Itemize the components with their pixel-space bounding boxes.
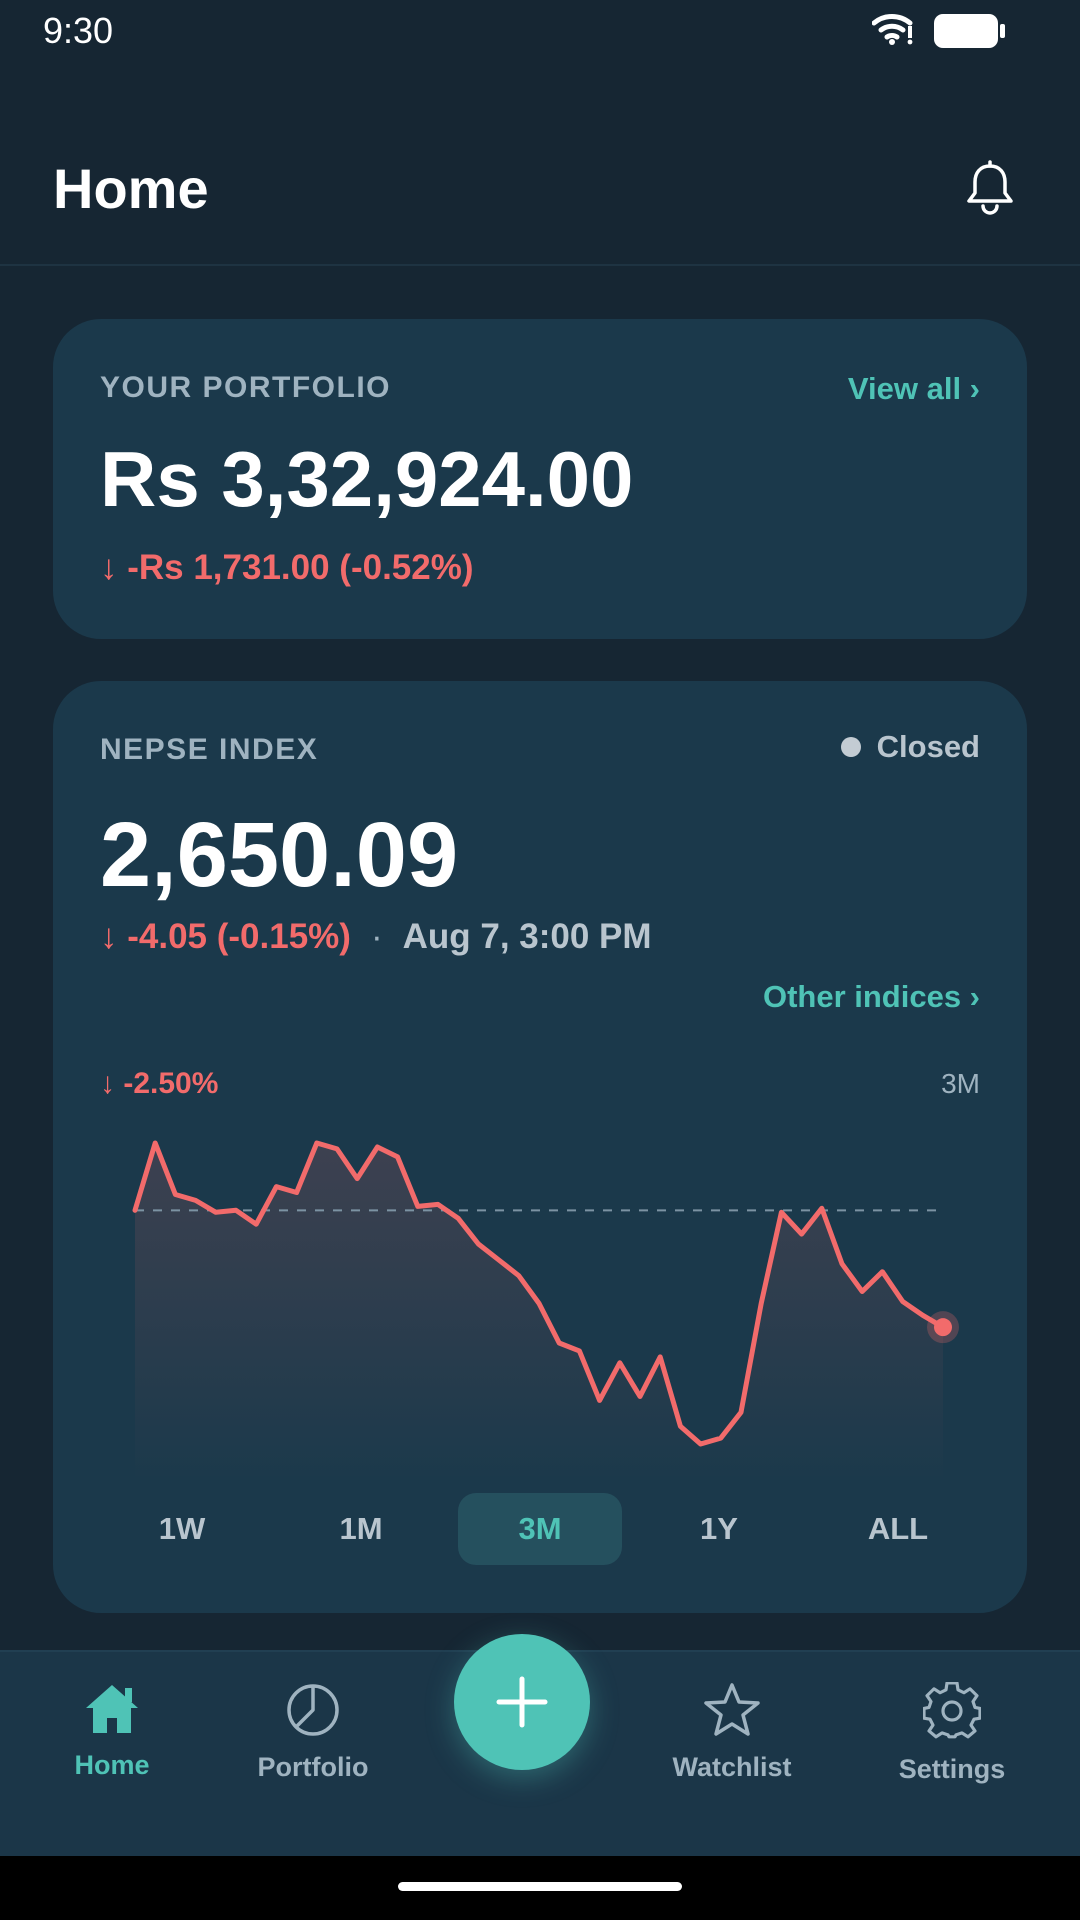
range-tab-all[interactable]: ALL	[816, 1493, 980, 1565]
nav-watchlist-label: Watchlist	[672, 1752, 792, 1782]
nav-portfolio-label: Portfolio	[257, 1752, 369, 1782]
nav-home-label: Home	[74, 1750, 150, 1780]
nav-watchlist[interactable]: Watchlist	[642, 1682, 822, 1812]
chart-end-dot	[934, 1318, 952, 1337]
range-tab-1y[interactable]: 1Y	[637, 1493, 801, 1565]
range-tab-3m[interactable]: 3M	[458, 1493, 622, 1565]
nav-settings[interactable]: Settings	[862, 1682, 1042, 1812]
chart-area	[135, 1143, 943, 1481]
app-header: Home	[0, 120, 1080, 266]
portfolio-label: YOUR PORTFOLIO	[100, 371, 391, 404]
portfolio-card[interactable]: YOUR PORTFOLIO View all › Rs 3,32,924.00…	[53, 319, 1027, 639]
home-gesture-pill[interactable]	[398, 1882, 682, 1891]
status-time: 9:30	[43, 10, 114, 51]
range-tab-1w[interactable]: 1W	[100, 1493, 264, 1565]
status-bar: 9:30	[0, 0, 1080, 60]
nav-settings-label: Settings	[898, 1754, 1006, 1784]
portfolio-value: Rs 3,32,924.00	[100, 435, 634, 523]
range-tabs: 1W 1M 3M 1Y ALL	[100, 1493, 980, 1565]
portfolio-change: ↓ -Rs 1,731.00 (-0.52%)	[100, 548, 474, 587]
plus-icon	[496, 1676, 548, 1728]
system-gesture-area	[0, 1856, 1080, 1920]
page-title: Home	[53, 157, 209, 220]
gear-icon	[923, 1682, 981, 1739]
wifi-icon	[872, 14, 913, 45]
nav-home[interactable]: Home	[22, 1682, 202, 1812]
bell-icon[interactable]	[962, 160, 1018, 218]
home-icon	[86, 1685, 138, 1733]
nepse-chart[interactable]	[53, 681, 1027, 1613]
pie-chart-icon	[287, 1684, 339, 1736]
battery-icon	[934, 14, 1005, 48]
nav-portfolio[interactable]: Portfolio	[223, 1682, 403, 1812]
star-icon	[704, 1683, 760, 1736]
add-button[interactable]	[454, 1634, 590, 1770]
range-tab-1m[interactable]: 1M	[279, 1493, 443, 1565]
nepse-index-card: NEPSE INDEX Closed 2,650.09 ↓ -4.05 (-0.…	[53, 681, 1027, 1613]
view-all-link[interactable]: View all ›	[848, 371, 980, 407]
